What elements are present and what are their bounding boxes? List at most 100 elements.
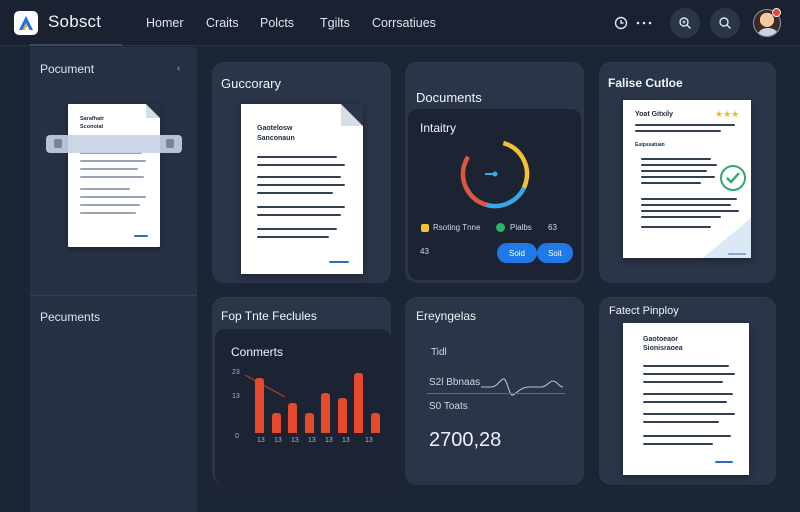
text-line [80, 160, 146, 162]
text-line [641, 204, 731, 206]
nav-crafts[interactable]: Craits [206, 16, 239, 30]
nav-projects[interactable]: Polcts [260, 16, 294, 30]
search-icon[interactable] [710, 8, 740, 38]
notification-badge [772, 8, 781, 17]
chart-bar[interactable] [321, 393, 330, 433]
document-preview[interactable]: Gaotoeaor Sionisraoea [623, 323, 749, 475]
card-title: Documents [416, 90, 482, 105]
page-fold [146, 104, 160, 118]
x-tick-label: 13 [257, 437, 265, 444]
card-fatect-pinploy[interactable]: Fatect Pinploy Gaotoeaor Sionisraoea [599, 297, 776, 485]
x-tick-label: 13 [342, 437, 350, 444]
sidebar-divider [30, 295, 197, 296]
x-tick-label: 13 [365, 437, 373, 444]
chart-bar[interactable] [271, 413, 281, 433]
text-line [643, 393, 733, 395]
nav-tools[interactable]: Tgilts [320, 16, 350, 30]
clock-icon[interactable] [612, 14, 630, 32]
chart-bar[interactable] [288, 403, 297, 433]
doc-logo [329, 261, 349, 263]
legend-swatch [421, 224, 429, 232]
scan-icon[interactable] [670, 8, 700, 38]
text-line [80, 168, 138, 170]
text-line [257, 184, 345, 186]
text-line [80, 196, 146, 198]
text-line [641, 210, 739, 212]
chart-bar[interactable] [370, 413, 380, 433]
panel-subtitle: Intaitry [420, 121, 457, 135]
card-false-cutloe[interactable]: Falise Cutloe Yoat Gitxily ★★★ Euipssatu… [599, 62, 776, 283]
card-title: Fop Tnte Feclules [221, 309, 317, 323]
check-circle-icon [720, 165, 746, 191]
doc-title: Yoat Gitxily [635, 111, 673, 118]
doc-subtitle: Euipssatuan [635, 142, 665, 148]
metric-label: Tidl [431, 347, 447, 358]
sidebar-heading-documents: Pecuments [40, 310, 101, 324]
text-line [641, 170, 707, 172]
chart-bar[interactable] [304, 413, 314, 433]
nav-conversations[interactable]: Corrsatiues [372, 16, 436, 30]
text-line [635, 124, 735, 126]
legend-swatch [496, 223, 505, 232]
top-bar: Sobsct Homer Craits Polcts Tgilts Corrsa… [0, 0, 800, 46]
chart-bar[interactable] [255, 378, 264, 433]
text-line [635, 130, 721, 132]
rating-stars-icon: ★★★ [715, 109, 740, 119]
text-line [80, 204, 140, 206]
text-line [641, 158, 711, 160]
text-line [257, 236, 329, 238]
nav-home[interactable]: Homer [146, 16, 184, 30]
text-line [643, 381, 723, 383]
chart-bar[interactable] [337, 398, 347, 433]
more-icon[interactable] [634, 14, 654, 32]
text-line [641, 164, 717, 166]
text-line [643, 421, 719, 423]
text-line [257, 176, 341, 178]
sidebar-slider[interactable] [46, 135, 182, 153]
card-title: Guccorary [221, 76, 281, 91]
text-line [257, 164, 345, 166]
page-fold [341, 104, 363, 126]
text-line [257, 206, 345, 208]
slider-handle-right[interactable] [166, 139, 174, 148]
sidebar: Pocument ‹ Sarafhatr Sconoiat Pecuments [30, 47, 197, 512]
corner-decoration [703, 218, 751, 258]
slider-handle-left[interactable] [54, 139, 62, 148]
legend-label: Rsoting Tnne [433, 223, 481, 232]
sidebar-heading-document: Pocument [40, 62, 95, 76]
metric-label: S0 Toats [429, 401, 468, 412]
card-documents[interactable]: Documents Intaitry Rsoting Tnne Pialbs 6… [405, 62, 584, 283]
text-line [80, 212, 136, 214]
collapse-icon[interactable]: ‹ [177, 63, 180, 74]
doc-subtitle: Sionisraoea [643, 345, 683, 352]
text-line [643, 413, 735, 415]
chart-bar[interactable] [354, 373, 363, 433]
doc-subtitle: Sanconaun [257, 135, 295, 142]
document-preview[interactable]: Gaotelosw Sanconaun [241, 104, 363, 274]
doc-title: Sarafhatr [80, 116, 105, 122]
solid-button[interactable]: Soid [497, 243, 537, 263]
text-line [257, 214, 341, 216]
text-line [643, 373, 735, 375]
footer-label: 43 [420, 247, 429, 256]
app-logo-icon[interactable] [14, 11, 38, 35]
doc-logo [715, 461, 733, 463]
text-line [641, 176, 715, 178]
document-preview[interactable]: Yoat Gitxily ★★★ Euipssatuan [623, 100, 751, 258]
card-top-terte[interactable]: Fop Tnte Feclules Conmerts 23 13 0 13 13… [212, 297, 391, 485]
card-ereyngelas[interactable]: Ereyngelas Tidl S2l Bbnaas S0 Toats 2700… [405, 297, 584, 485]
bar-chart-panel: Conmerts 23 13 0 13 13 13 13 13 13 13 [215, 329, 391, 485]
split-button[interactable]: Soit [537, 243, 573, 263]
text-line [80, 176, 144, 178]
text-line [643, 365, 729, 367]
card-title: Falise Cutloe [608, 76, 683, 90]
metric-label: S2l Bbnaas [429, 377, 481, 388]
text-line [643, 443, 713, 445]
text-line [80, 188, 130, 190]
text-line [257, 228, 337, 230]
doc-logo [728, 253, 746, 255]
app-title: Sobsct [48, 12, 102, 31]
sidebar-document-preview[interactable]: Sarafhatr Sconoiat [68, 104, 160, 247]
inner-panel: Intaitry Rsoting Tnne Pialbs 63 43 Soid … [408, 109, 581, 280]
card-guccorary[interactable]: Guccorary Gaotelosw Sanconaun [212, 62, 391, 283]
